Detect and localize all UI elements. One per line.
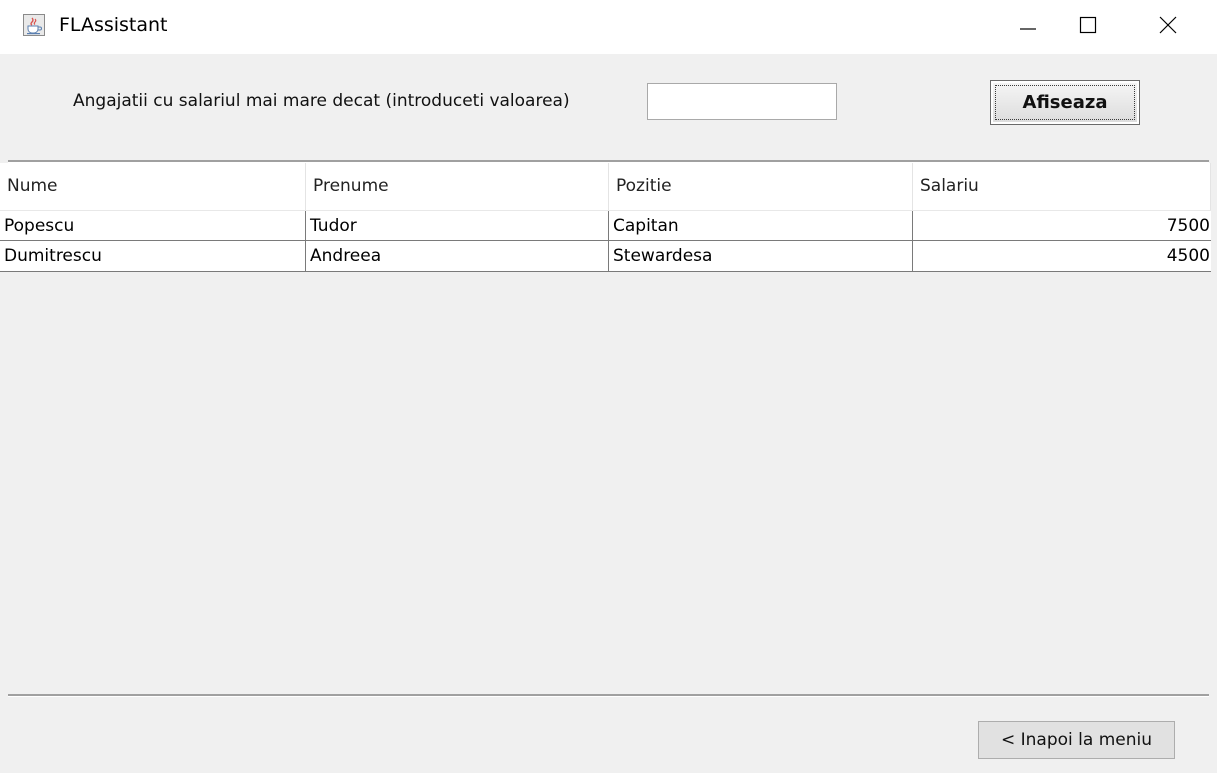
employees-table: Popescu Tudor Capitan 7500 Dumitrescu An…	[0, 210, 1211, 272]
column-header-prenume[interactable]: Prenume	[306, 163, 609, 210]
bottom-separator	[8, 694, 1209, 697]
column-header-pozitie[interactable]: Pozitie	[609, 163, 913, 210]
table-row[interactable]: Popescu Tudor Capitan 7500	[0, 210, 1211, 241]
salary-filter-label: Angajatii cu salariul mai mare decat (in…	[73, 91, 570, 111]
java-cup-icon	[23, 14, 45, 36]
cell-prenume[interactable]: Andreea	[306, 241, 609, 271]
cell-prenume[interactable]: Tudor	[306, 211, 609, 240]
afiseaza-button[interactable]: Afiseaza	[990, 80, 1140, 125]
cell-salariu[interactable]: 4500	[913, 241, 1211, 271]
column-header-nume[interactable]: Nume	[0, 163, 306, 210]
table-header: Nume Prenume Pozitie Salariu	[0, 163, 1211, 210]
cell-nume[interactable]: Dumitrescu	[0, 241, 306, 271]
minimize-icon	[1018, 15, 1038, 39]
close-icon	[1158, 15, 1178, 39]
maximize-icon	[1078, 15, 1098, 39]
cell-nume[interactable]: Popescu	[0, 211, 306, 240]
minimize-button[interactable]	[998, 0, 1058, 54]
title-bar[interactable]: FLAssistant	[0, 0, 1217, 54]
afiseaza-button-label: Afiseaza	[1022, 92, 1108, 113]
table-row[interactable]: Dumitrescu Andreea Stewardesa 4500	[0, 241, 1211, 272]
column-header-salariu[interactable]: Salariu	[913, 163, 1211, 210]
cell-pozitie[interactable]: Capitan	[609, 211, 913, 240]
cell-salariu[interactable]: 7500	[913, 211, 1211, 240]
cell-pozitie[interactable]: Stewardesa	[609, 241, 913, 271]
window-title: FLAssistant	[59, 14, 168, 36]
back-to-menu-button[interactable]: < Inapoi la meniu	[978, 721, 1175, 759]
close-button[interactable]	[1118, 0, 1217, 54]
salary-threshold-input[interactable]	[647, 83, 837, 120]
app-window: FLAssistant Angajatii cu salariul mai ma…	[0, 0, 1217, 773]
maximize-button[interactable]	[1058, 0, 1118, 54]
